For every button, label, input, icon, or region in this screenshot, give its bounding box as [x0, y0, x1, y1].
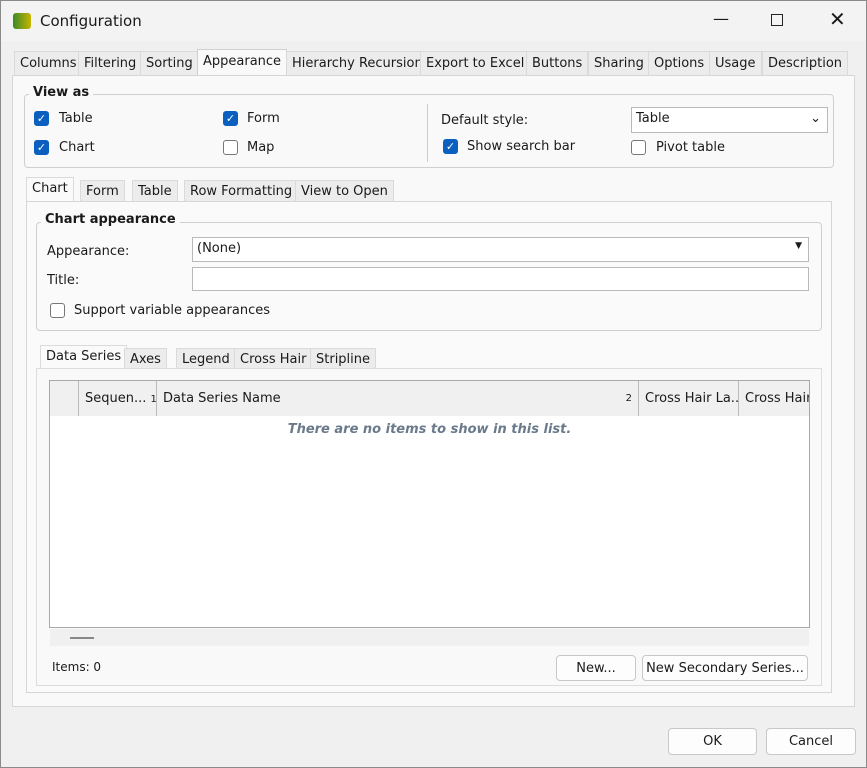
sort-index: 2: [625, 393, 632, 404]
column-header-cross-hair-label[interactable]: Cross Hair La...: [639, 381, 739, 416]
chart-label: Chart: [59, 140, 95, 155]
title-input[interactable]: [192, 267, 809, 291]
column-header-data-series-name[interactable]: Data Series Name 2: [157, 381, 639, 416]
tab-filtering[interactable]: Filtering: [78, 51, 143, 75]
appearance-panel: View as ✓ Table ✓ Form ✓ Chart Map Defau…: [12, 75, 855, 707]
data-series-panel: Sequen... 1 Data Series Name 2 Cross Hair…: [36, 368, 822, 686]
ok-button[interactable]: OK: [668, 728, 757, 755]
pivot-table-checkbox[interactable]: [631, 140, 646, 155]
appearance-label: Appearance:: [47, 244, 130, 259]
column-label: Sequen...: [85, 391, 147, 406]
series-tab-stripline[interactable]: Stripline: [310, 348, 377, 370]
default-style-label: Default style:: [441, 113, 529, 128]
column-header-sequence[interactable]: Sequen... 1: [79, 381, 157, 416]
chart-appearance-label: Chart appearance: [41, 212, 180, 227]
map-checkbox[interactable]: [223, 140, 238, 155]
subtab-form[interactable]: Form: [80, 180, 125, 202]
empty-message: There are no items to show in this list.: [287, 422, 572, 437]
table-checkbox[interactable]: ✓: [34, 111, 49, 126]
subtab-chart[interactable]: Chart: [26, 177, 74, 201]
title-label: Title:: [47, 273, 80, 288]
chevron-down-icon: ⌄: [810, 111, 821, 126]
pivot-table-label: Pivot table: [656, 140, 725, 155]
new-button[interactable]: New...: [556, 655, 636, 681]
dropdown-arrow-icon: ▼: [795, 241, 802, 251]
tab-sorting[interactable]: Sorting: [140, 51, 199, 75]
appearance-value: (None): [197, 241, 242, 256]
default-style-select[interactable]: Table ⌄: [631, 107, 828, 133]
sort-index: 1: [150, 394, 157, 405]
form-label: Form: [247, 111, 280, 126]
app-icon: [13, 13, 31, 29]
tab-buttons[interactable]: Buttons: [526, 51, 589, 75]
data-series-grid: Sequen... 1 Data Series Name 2 Cross Hair…: [49, 380, 810, 646]
column-header-cross-hair[interactable]: Cross Hair: [739, 381, 809, 416]
form-checkbox[interactable]: ✓: [223, 111, 238, 126]
tab-usage[interactable]: Usage: [709, 51, 762, 75]
row-selector-header: [50, 381, 79, 416]
maximize-button[interactable]: [771, 14, 783, 26]
tab-sharing[interactable]: Sharing: [588, 51, 650, 75]
items-count: Items: 0: [52, 660, 102, 674]
configuration-dialog: Configuration — ✕ Columns Filtering Sort…: [0, 0, 867, 768]
subtab-view-to-open[interactable]: View to Open: [295, 180, 394, 202]
series-tab-cross-hair[interactable]: Cross Hair: [234, 348, 313, 370]
close-button[interactable]: ✕: [829, 7, 846, 31]
column-label: Cross Hair La...: [645, 391, 739, 406]
map-label: Map: [247, 140, 275, 155]
minimize-button[interactable]: —: [713, 9, 729, 28]
horizontal-scrollbar[interactable]: [50, 629, 809, 646]
tab-columns[interactable]: Columns: [14, 51, 83, 75]
cancel-button[interactable]: Cancel: [766, 728, 856, 755]
show-search-bar-label: Show search bar: [467, 139, 576, 154]
tab-hierarchy-recursion[interactable]: Hierarchy Recursion: [286, 51, 429, 75]
series-tab-legend[interactable]: Legend: [176, 348, 236, 370]
column-label: Data Series Name: [163, 391, 281, 406]
view-as-label: View as: [29, 85, 94, 100]
column-label: Cross Hair: [745, 391, 809, 406]
subtab-row-formatting[interactable]: Row Formatting: [184, 180, 299, 202]
new-secondary-series-button[interactable]: New Secondary Series...: [642, 655, 808, 681]
title-bar: Configuration — ✕: [1, 1, 866, 41]
series-tab-axes[interactable]: Axes: [124, 348, 167, 370]
window-title: Configuration: [40, 12, 142, 30]
show-search-bar-checkbox[interactable]: ✓: [443, 139, 458, 154]
scrollbar-thumb[interactable]: [70, 637, 94, 639]
support-variable-label: Support variable appearances: [74, 303, 271, 318]
tab-export-to-excel[interactable]: Export to Excel: [420, 51, 531, 75]
tab-appearance[interactable]: Appearance: [197, 49, 288, 76]
chart-checkbox[interactable]: ✓: [34, 140, 49, 155]
subtab-table[interactable]: Table: [132, 180, 178, 202]
appearance-select[interactable]: (None) ▼: [192, 237, 809, 262]
tab-options[interactable]: Options: [648, 51, 711, 75]
chart-panel: Chart appearance Appearance: (None) ▼ Tit…: [26, 201, 832, 693]
series-tab-data-series[interactable]: Data Series: [40, 345, 128, 369]
divider: [427, 104, 428, 162]
tab-description[interactable]: Description: [762, 51, 849, 75]
support-variable-checkbox[interactable]: [50, 303, 65, 318]
table-label: Table: [59, 111, 93, 126]
default-style-value: Table: [636, 111, 670, 126]
grid-header: Sequen... 1 Data Series Name 2 Cross Hair…: [50, 381, 809, 416]
